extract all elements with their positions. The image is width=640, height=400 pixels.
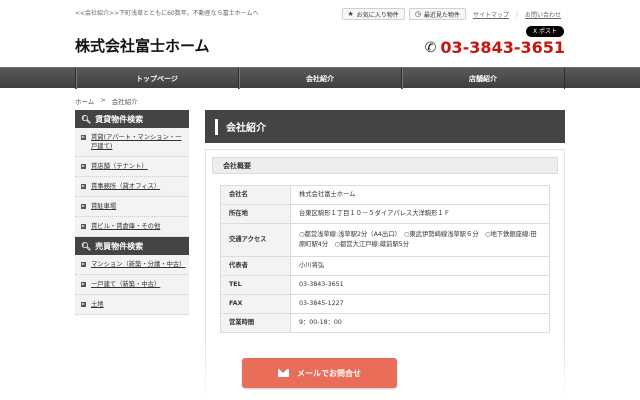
sale-search-header: 🔍︎ 売買物件検索 [75,237,189,255]
star-icon: ★ [347,10,354,18]
page-title-text: 会社紹介 [226,123,266,134]
row-value: 03-3843-3651 [290,275,550,295]
page-title: 会社紹介 [205,110,565,143]
table-row: TEL 03-3843-3651 [220,275,550,295]
sitemap-link[interactable]: サイトマップ [470,10,512,19]
nav-item-company[interactable]: 会社紹介 [238,68,401,89]
mail-contact-button[interactable]: メールでお問合せ [242,358,397,388]
row-value: ○都営浅草線:浅草駅2分（A4出口） ○東武伊勢崎線浅草駅６分 ○地下鉄銀座線:… [290,223,550,257]
x-post-button[interactable]: X ポスト [525,26,564,37]
tagline: <<会社紹介>>下町浅草とともに60数年。不動産なら富士ホームへ [75,10,259,17]
search-icon: 🔍︎ [81,241,92,251]
sidebar-item-rent-residential[interactable]: 賃貸(アパート・マンション・一戸建て) [75,128,189,157]
phone-number: ✆ 03-3843-3651 [425,38,565,57]
favorites-button[interactable]: ★ お気に入り物件 [341,8,405,20]
row-key: 交通アクセス [220,223,291,257]
row-key: 代表者 [220,256,291,276]
table-row: 代表者 小川将弘 [220,256,550,276]
site-logo[interactable]: 株式会社富士ホーム [75,35,210,56]
table-row: 営業時間 9：00-18：00 [220,313,550,333]
table-row: 会社名 株式会社富士ホーム [220,185,550,205]
row-value: 株式会社富士ホーム [290,185,550,205]
sidebar-item-sale-house[interactable]: 一戸建て（新築・中古） [75,275,189,295]
breadcrumb: ホーム > 会社紹介 [75,96,138,106]
sidebar-item-sale-mansion[interactable]: マンション（新築・分譲・中古） [75,255,189,275]
rent-search-header: 🔍︎ 賃貸物件検索 [75,110,189,128]
nav-item-top[interactable]: トップページ [75,68,238,89]
row-key: FAX [220,294,291,314]
utility-bar: ★ お気に入り物件 ◷ 最近見た物件 サイトマップ | お問い合わせ [341,8,564,20]
sidebar-item-rent-store[interactable]: 賃店舗（テナント） [75,157,189,177]
rent-search-list: 賃貸(アパート・マンション・一戸建て) 賃店舗（テナント） 賃事務所（貸オフィス… [75,128,189,237]
table-row: 所在地 台東区駒形１丁目１０－５ダイアパレス大洋駒形１Ｆ [220,204,550,224]
nav-item-stores[interactable]: 店舗紹介 [401,68,565,89]
sidebar-item-rent-parking[interactable]: 賃駐車場 [75,197,189,217]
section-heading: 会社概要 [212,157,558,174]
sidebar-item-sale-land[interactable]: 土地 [75,295,189,315]
row-value: 9：00-18：00 [290,313,550,333]
table-row: 交通アクセス ○都営浅草線:浅草駅2分（A4出口） ○東武伊勢崎線浅草駅６分 ○… [220,223,550,257]
row-value: 小川将弘 [290,256,550,276]
envelope-icon [278,369,289,377]
mail-contact-label: メールでお問合せ [297,368,361,378]
row-key: 所在地 [220,204,291,224]
sidebar-item-rent-other[interactable]: 賃ビル・賃倉庫・その他 [75,217,189,237]
phone-icon: ✆ [424,39,437,56]
row-key: TEL [220,275,291,295]
recent-label: 最近見た物件 [423,11,460,19]
contact-link[interactable]: お問い合わせ [522,10,564,19]
global-nav: トップページ 会社紹介 店舗紹介 [0,67,640,89]
main-content: 会社紹介 会社概要 会社名 株式会社富士ホーム 所在地 台東区駒形１丁目１０－５… [205,110,565,400]
row-value: 台東区駒形１丁目１０－５ダイアパレス大洋駒形１Ｆ [290,204,550,224]
breadcrumb-separator: > [100,96,106,104]
sale-search-list: マンション（新築・分譲・中古） 一戸建て（新築・中古） 土地 [75,255,189,315]
rent-search-title: 賃貸物件検索 [95,114,144,124]
row-key: 会社名 [220,185,291,205]
phone-text: 03-3843-3651 [440,38,565,57]
breadcrumb-home[interactable]: ホーム [75,96,94,106]
favorites-label: お気に入り物件 [356,11,399,19]
breadcrumb-current: 会社紹介 [111,98,138,106]
sidebar-item-rent-office[interactable]: 賃事務所（貸オフィス） [75,177,189,197]
row-value: 03-3845-1227 [290,294,550,314]
search-icon: 🔍︎ [81,114,92,124]
divider: | [515,10,518,18]
clock-icon: ◷ [414,10,421,18]
recent-button[interactable]: ◷ 最近見た物件 [408,8,466,20]
sale-search-title: 売買物件検索 [95,241,144,251]
sidebar: 🔍︎ 賃貸物件検索 賃貸(アパート・マンション・一戸建て) 賃店舗（テナント） … [75,110,189,315]
company-info-table: 会社名 株式会社富士ホーム 所在地 台東区駒形１丁目１０－５ダイアパレス大洋駒形… [220,185,550,333]
title-accent-bar [215,118,218,135]
row-key: 営業時間 [220,313,291,333]
table-row: FAX 03-3845-1227 [220,294,550,314]
